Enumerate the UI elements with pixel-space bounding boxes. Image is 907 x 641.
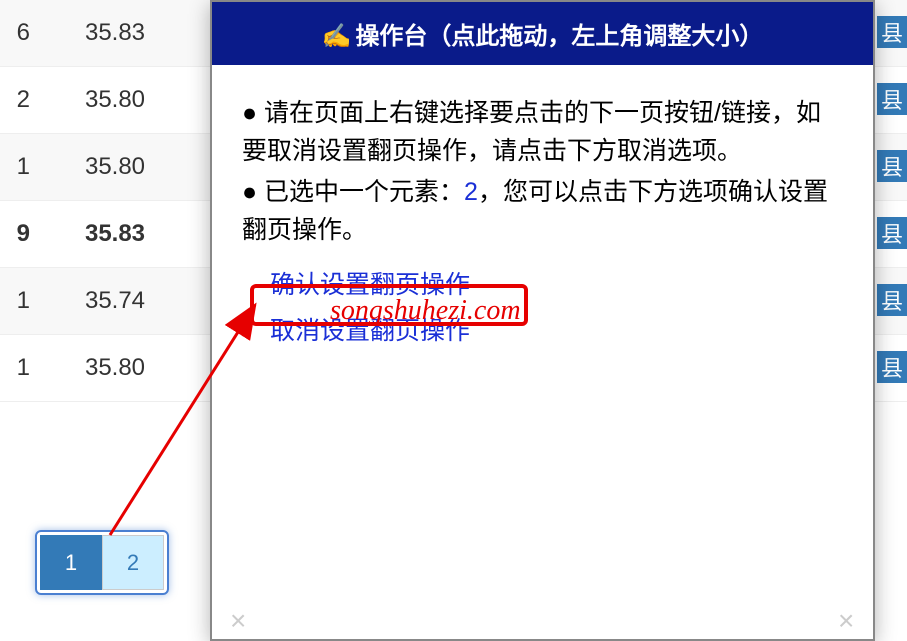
cell-col2: 35.80 [30,354,200,382]
county-badge: 县 [877,217,907,249]
pagination: 1 2 [35,530,169,595]
county-badge: 县 [877,284,907,316]
dialog-body: ● 请在页面上右键选择要点击的下一页按钮/链接，如要取消设置翻页操作，请点击下方… [212,65,873,370]
operation-panel-dialog: ✍️操作台（点此拖动，左上角调整大小） ● 请在页面上右键选择要点击的下一页按钮… [210,0,875,641]
cell-col1: 6 [0,19,30,47]
cell-col1: 2 [0,86,30,114]
cell-col2: 35.80 [30,153,200,181]
cell-col1: 1 [0,153,30,181]
bullet2-prefix: ● 已选中一个元素： [242,178,464,206]
county-badge: 县 [877,83,907,115]
county-badge: 县 [877,16,907,48]
cell-col2: 35.74 [30,287,200,315]
county-badge: 县 [877,150,907,182]
cell-col1: 1 [0,287,30,315]
page-button-1[interactable]: 1 [40,535,102,590]
selected-element-indicator: 2 [464,178,478,206]
close-icon[interactable]: × [230,605,246,637]
cell-col1: 1 [0,354,30,382]
cancel-pagination-link[interactable]: 取消设置翻页操作 [270,313,843,351]
cell-col1: 9 [0,220,30,248]
cell-col2: 35.80 [30,86,200,114]
instruction-line-1: ● 请在页面上右键选择要点击的下一页按钮/链接，如要取消设置翻页操作，请点击下方… [242,95,843,170]
cell-col2: 35.83 [30,19,200,47]
writing-hand-icon: ✍️ [322,23,352,50]
cell-col2: 35.83 [30,220,200,248]
county-badge: 县 [877,351,907,383]
page-button-2[interactable]: 2 [102,535,164,590]
instruction-line-2: ● 已选中一个元素：2，您可以点击下方选项确认设置翻页操作。 [242,174,843,249]
dialog-title: 操作台（点此拖动，左上角调整大小） [355,23,763,50]
confirm-pagination-link[interactable]: 确认设置翻页操作 [270,267,470,305]
close-icon[interactable]: × [838,605,854,637]
dialog-header[interactable]: ✍️操作台（点此拖动，左上角调整大小） [212,2,873,65]
